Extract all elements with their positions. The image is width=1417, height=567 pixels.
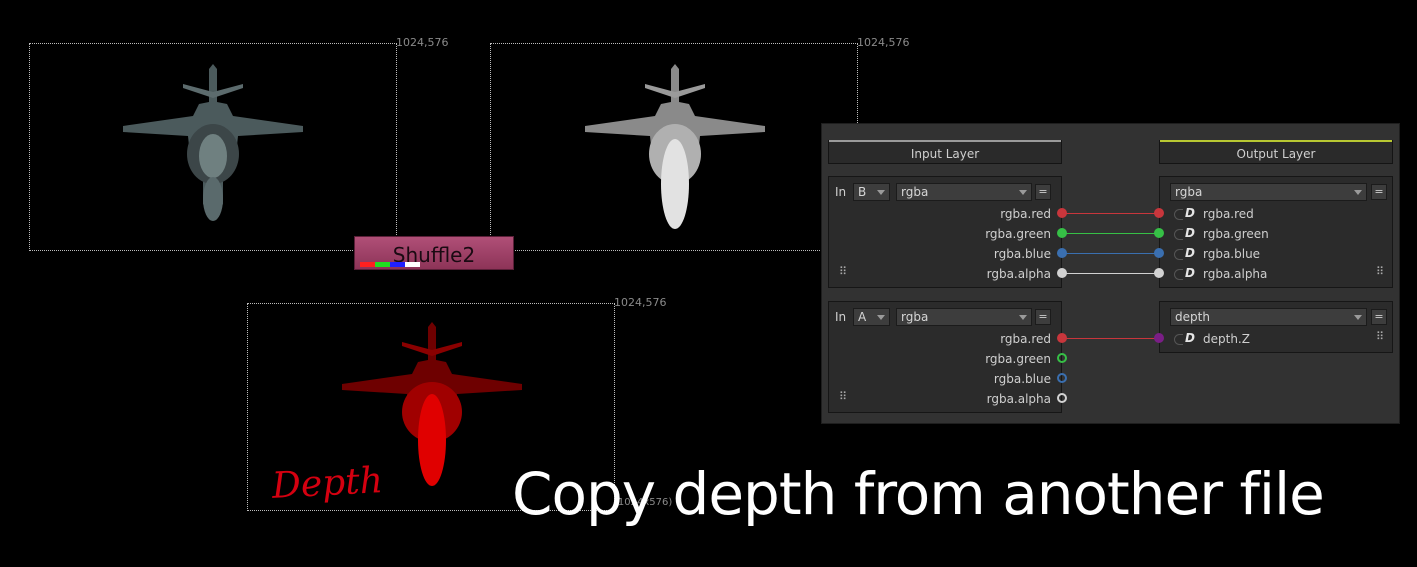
- chevron-down-icon: [1019, 190, 1027, 195]
- channel-label: rgba.blue: [993, 372, 1051, 386]
- output-channel-label: rgba.alpha: [1203, 267, 1268, 281]
- chevron-down-icon: [877, 315, 885, 320]
- viewer-source: [29, 43, 397, 251]
- chevron-down-icon: [877, 190, 885, 195]
- output-channel-label: rgba.blue: [1203, 247, 1261, 261]
- output-layer-select-depth[interactable]: depth: [1170, 308, 1367, 326]
- resolution-label: 1024,576: [614, 296, 667, 309]
- wire-blue: [1062, 253, 1159, 254]
- output-socket-blue[interactable]: [1154, 248, 1164, 258]
- node-channel-strip: [360, 262, 420, 267]
- depth-handwritten-label: Depth: [271, 460, 384, 507]
- input-select-value: A: [858, 310, 867, 324]
- chevron-down-icon: [1019, 315, 1027, 320]
- copy-icon[interactable]: [1174, 249, 1183, 260]
- equals-button[interactable]: =: [1035, 309, 1051, 325]
- input-socket-blue[interactable]: [1057, 248, 1067, 258]
- depth-icon[interactable]: D: [1185, 331, 1195, 345]
- input-socket-green[interactable]: [1057, 228, 1067, 238]
- input-box-a: In A rgba = rgba.red rgba.green rgba.blu…: [828, 301, 1062, 413]
- output-socket-depth[interactable]: [1154, 333, 1164, 343]
- input-socket-blue[interactable]: [1057, 373, 1067, 383]
- input-select-b[interactable]: B: [853, 183, 890, 201]
- channel-label: rgba.alpha: [986, 392, 1051, 406]
- output-layer-value: depth: [1175, 310, 1210, 324]
- input-select-value: B: [858, 185, 867, 199]
- copy-icon[interactable]: [1174, 269, 1183, 280]
- depth-icon[interactable]: D: [1185, 266, 1195, 280]
- output-header-accent: [1160, 140, 1392, 142]
- channel-swatch-red: [360, 262, 375, 267]
- caption-text: Copy depth from another file: [512, 460, 1325, 528]
- input-socket-red[interactable]: [1057, 333, 1067, 343]
- depth-icon[interactable]: D: [1185, 206, 1195, 220]
- in-label: In: [835, 185, 847, 199]
- drag-handle-icon[interactable]: ⠿: [839, 266, 847, 277]
- copy-icon[interactable]: [1174, 209, 1183, 220]
- drag-handle-icon[interactable]: ⠿: [839, 391, 847, 402]
- channel-label: rgba.red: [1000, 332, 1051, 346]
- output-layer-title: Output Layer: [1236, 147, 1316, 161]
- output-channel-label: depth.Z: [1203, 332, 1250, 346]
- output-socket-alpha[interactable]: [1154, 268, 1164, 278]
- drag-handle-icon[interactable]: ⠿: [1376, 266, 1384, 277]
- copy-icon[interactable]: [1174, 229, 1183, 240]
- wire-green: [1062, 233, 1159, 234]
- wire-alpha: [1062, 273, 1159, 274]
- shuffle-panel: Input Layer Output Layer In B rgba = rgb…: [821, 123, 1400, 424]
- depth-icon[interactable]: D: [1185, 226, 1195, 240]
- layer-select-b[interactable]: rgba: [896, 183, 1032, 201]
- input-layer-title: Input Layer: [910, 147, 980, 161]
- output-layer-select-rgba[interactable]: rgba: [1170, 183, 1367, 201]
- wire-red-to-depth: [1062, 338, 1159, 339]
- jet-image-source: [123, 64, 303, 221]
- output-layer-header: Output Layer: [1159, 140, 1393, 164]
- input-layer-header: Input Layer: [828, 140, 1062, 164]
- output-box-depth: depth = D depth.Z ⠿: [1159, 301, 1393, 353]
- wire-red: [1062, 213, 1159, 214]
- in-label: In: [835, 310, 847, 324]
- channel-label: rgba.green: [985, 227, 1051, 241]
- chevron-down-icon: [1354, 190, 1362, 195]
- input-socket-green[interactable]: [1057, 353, 1067, 363]
- channel-swatch-alpha: [405, 262, 420, 267]
- output-channel-label: rgba.green: [1203, 227, 1269, 241]
- output-socket-green[interactable]: [1154, 228, 1164, 238]
- channel-swatch-blue: [390, 262, 405, 267]
- output-box-rgba: rgba = D rgba.red D rgba.green D rgba.bl…: [1159, 176, 1393, 288]
- layer-select-value: rgba: [901, 185, 929, 199]
- input-box-b: In B rgba = rgba.red rgba.green rgba.blu…: [828, 176, 1062, 288]
- channel-label: rgba.blue: [993, 247, 1051, 261]
- channel-label: rgba.red: [1000, 207, 1051, 221]
- input-socket-alpha[interactable]: [1057, 393, 1067, 403]
- channel-label: rgba.green: [985, 352, 1051, 366]
- viewer-grey-depth: [490, 43, 858, 251]
- input-header-accent: [829, 140, 1061, 142]
- input-socket-red[interactable]: [1057, 208, 1067, 218]
- layer-select-value: rgba: [901, 310, 929, 324]
- shuffle-node[interactable]: Shuffle2: [354, 236, 514, 270]
- copy-icon[interactable]: [1174, 334, 1183, 345]
- input-select-a[interactable]: A: [853, 308, 890, 326]
- jet-image-grey: [585, 64, 765, 229]
- layer-select-a[interactable]: rgba: [896, 308, 1032, 326]
- equals-button[interactable]: =: [1371, 184, 1387, 200]
- chevron-down-icon: [1354, 315, 1362, 320]
- depth-icon[interactable]: D: [1185, 246, 1195, 260]
- resolution-label: 1024,576: [857, 36, 910, 49]
- output-socket-red[interactable]: [1154, 208, 1164, 218]
- channel-label: rgba.alpha: [986, 267, 1051, 281]
- equals-button[interactable]: =: [1371, 309, 1387, 325]
- channel-swatch-green: [375, 262, 390, 267]
- resolution-label: 1024,576: [396, 36, 449, 49]
- output-channel-label: rgba.red: [1203, 207, 1254, 221]
- drag-handle-icon[interactable]: ⠿: [1376, 331, 1384, 342]
- equals-button[interactable]: =: [1035, 184, 1051, 200]
- input-socket-alpha[interactable]: [1057, 268, 1067, 278]
- output-layer-value: rgba: [1175, 185, 1203, 199]
